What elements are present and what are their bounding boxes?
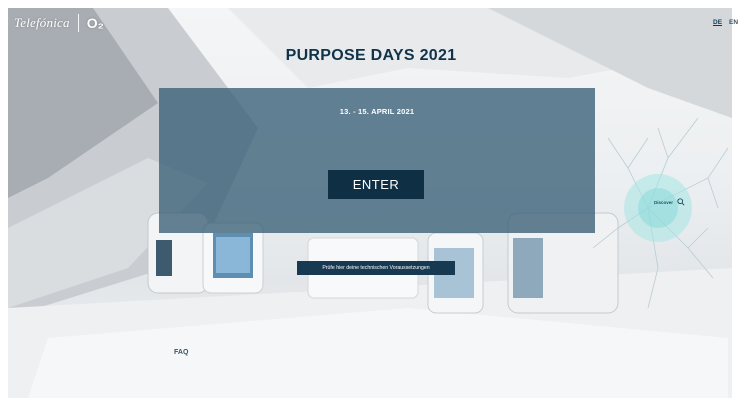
event-dates: 13. - 15. APRIL 2021 — [339, 107, 415, 116]
language-de-link[interactable]: DE — [713, 19, 722, 26]
discover-label: Discover — [654, 199, 674, 205]
page-title: PURPOSE DAYS 2021 — [285, 47, 457, 64]
telefonica-o2-logo[interactable]: Telefónica O₂ — [14, 14, 104, 32]
language-en-link[interactable]: EN — [729, 19, 738, 26]
search-icon — [677, 198, 685, 206]
brand-wordmark: Telefónica — [14, 15, 70, 30]
tech-check-button[interactable]: Prüfe hier deine technischen Voraussetzu… — [297, 261, 455, 275]
logo-divider — [77, 14, 79, 32]
faq-link[interactable]: FAQ — [174, 349, 188, 356]
discover-button[interactable]: Discover — [654, 198, 685, 206]
o2-mark: O₂ — [86, 15, 104, 31]
page: Telefónica O₂ DE EN PURPOSE DAYS 2021 13… — [0, 0, 742, 406]
hero-panel: 13. - 15. APRIL 2021 ENTER — [159, 88, 595, 233]
enter-button[interactable]: ENTER — [328, 170, 424, 199]
